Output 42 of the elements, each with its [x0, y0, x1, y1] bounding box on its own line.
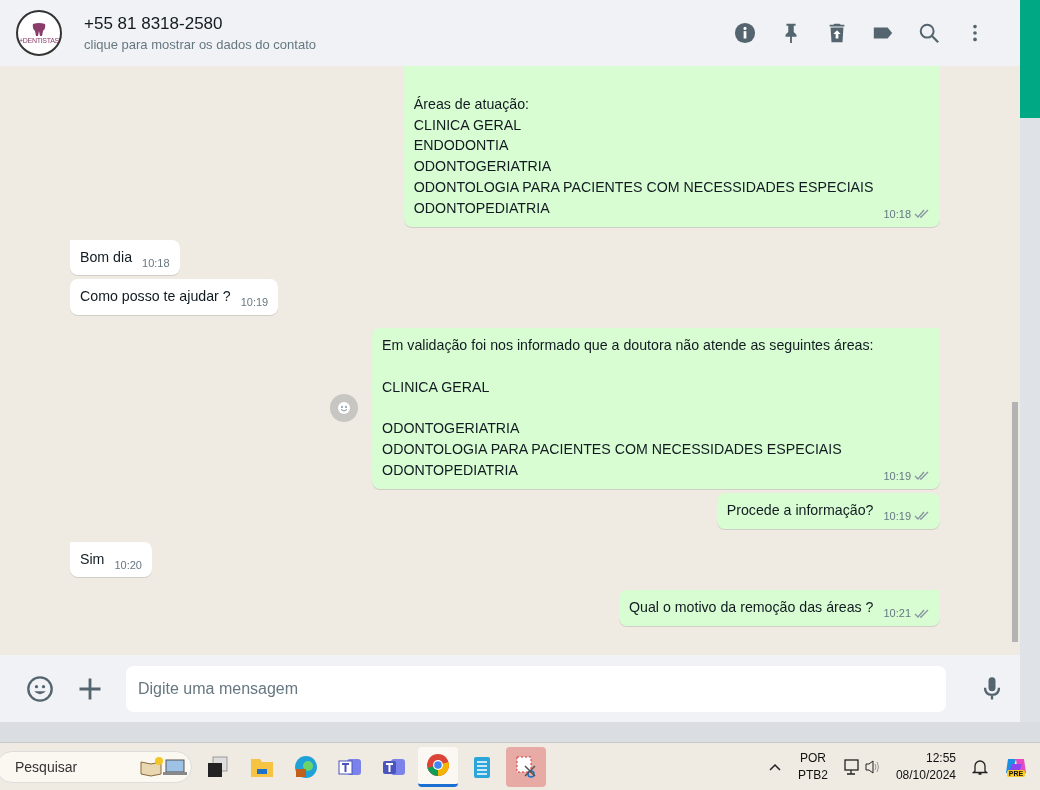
clock-time: 12:55	[925, 749, 956, 767]
contact-name[interactable]: +55 81 8318-2580	[84, 14, 734, 34]
message-time: 10:19	[883, 508, 911, 524]
message-text: Qual o motivo da remoção das áreas ?	[629, 598, 874, 618]
message-time: 10:18	[142, 255, 170, 271]
edge-app-icon	[293, 753, 319, 780]
message-text: Sim	[80, 549, 105, 569]
message-text: Procede a informação?	[726, 500, 874, 520]
book-laptop-drawing	[139, 755, 189, 778]
taskbar-search-field[interactable]: Pesquisar	[0, 750, 192, 783]
message-time: 10:19	[240, 295, 269, 311]
message-text: Bom dia	[80, 247, 133, 267]
info-icon[interactable]	[734, 22, 756, 44]
search-placeholder: Pesquisar	[15, 758, 78, 775]
network-volume-icon[interactable]	[843, 757, 880, 776]
language-code: POR	[799, 749, 826, 767]
tooth-icon	[31, 22, 47, 37]
taskview-app-icon	[205, 753, 231, 780]
keyboard-layout: PTB2	[797, 766, 828, 784]
snip-taskbar-button[interactable]	[506, 746, 546, 787]
chevron-up-icon[interactable]	[767, 761, 782, 772]
clock[interactable]: 12:55 08/10/2024	[895, 749, 956, 784]
bell-icon[interactable]	[972, 757, 988, 776]
message-time: 10:21	[883, 606, 911, 622]
message-time: 10:19	[883, 468, 911, 484]
message-time: 10:20	[114, 557, 142, 573]
scrollbar-thumb[interactable]	[1012, 402, 1018, 642]
clock-date: 08/10/2024	[895, 766, 956, 784]
smiley-icon	[337, 401, 352, 416]
message-time: 10:18	[883, 206, 911, 222]
scrollbar-thumb[interactable]	[1020, 0, 1040, 118]
message-input[interactable]: Digite uma mensagem	[126, 665, 946, 712]
snip-app-icon	[513, 753, 539, 780]
emoji-icon[interactable]	[26, 674, 54, 703]
message-text: Em validação foi nos informado que a doutora não atende as seguintes áreas: CLINICA GERAL ODONTOGERIATRIA ODONTOLOGIA PARA PACIENTES COM NECESSIDADES ESPECIAIS ODONTOPEDIATRIA	[382, 336, 874, 480]
contact-subtitle[interactable]: clique para mostrar os dados do contato	[84, 37, 734, 52]
chrome-app-icon	[425, 752, 451, 778]
search-icon[interactable]	[918, 22, 940, 44]
message-text: Como posso te ajudar ?	[80, 287, 231, 307]
message-text: Áreas de atuação: CLINICA GERAL ENDODONTIA ODONTOGERIATRIA ODONTOLOGIA PARA PACIENTES COM NECESSIDADES ESPECIAIS ODONTOPEDIATRIA	[413, 94, 874, 218]
language-indicator[interactable]: POR PTB2	[797, 749, 828, 784]
chrome-taskbar-button[interactable]	[418, 746, 458, 787]
